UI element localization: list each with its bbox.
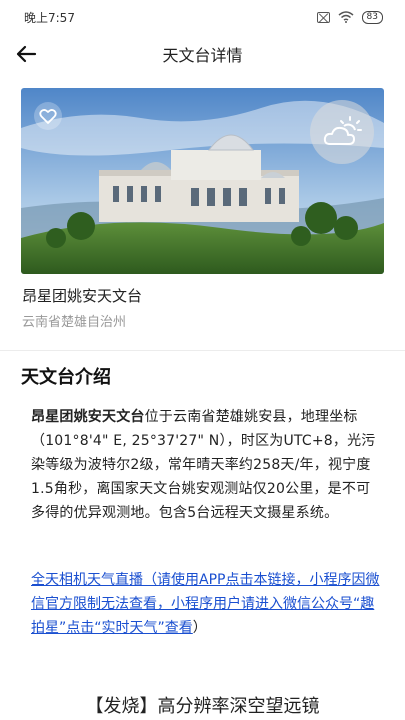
wifi-icon: [338, 11, 354, 23]
intro-heading: 天文台介绍: [21, 367, 111, 388]
arrow-left-icon: [16, 45, 37, 63]
section-divider: [0, 350, 405, 351]
intro-description: 位于云南省楚雄姚安县，地理坐标（101°8'4" E, 25°37'27" N）…: [31, 409, 376, 521]
intro-observatory-name: 昂星团姚安天文台: [31, 409, 145, 425]
status-icons: 83: [316, 10, 383, 24]
observatory-name: 昂星团姚安天文台: [22, 287, 143, 305]
favorite-button[interactable]: [33, 101, 63, 131]
partly-cloudy-icon: [323, 116, 362, 145]
no-sim-icon: [316, 11, 330, 23]
intro-text: 昂星团姚安天文台位于云南省楚雄姚安县，地理坐标（101°8'4" E, 25°3…: [31, 405, 381, 525]
observatory-region: 云南省楚雄自治州: [22, 315, 127, 330]
heart-icon: [34, 102, 62, 130]
battery-indicator: 83: [361, 10, 383, 24]
status-bar: 晚上7:57 83: [0, 0, 405, 34]
back-button[interactable]: [14, 42, 38, 66]
live-weather-paragraph: 全天相机天气直播（请使用APP点击本链接，小程序因微信官方限制无法查看，小程序用…: [31, 568, 383, 640]
status-time: 晚上7:57: [24, 10, 75, 25]
telescope-ad-title[interactable]: 【发烧】高分辨率深空望远镜: [0, 692, 405, 718]
nav-bar: 天文台详情: [0, 34, 405, 74]
live-weather-link-tail: ）: [192, 620, 207, 636]
weather-button[interactable]: [310, 100, 374, 164]
page-title: 天文台详情: [162, 46, 243, 65]
observatory-photo: [21, 88, 384, 274]
